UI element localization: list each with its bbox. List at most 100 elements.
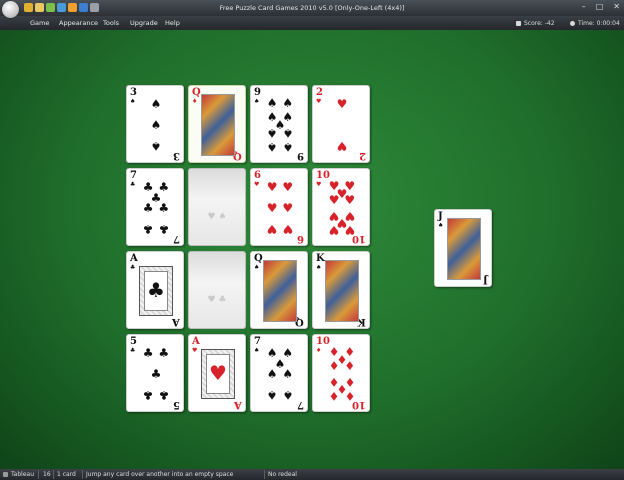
card-rank: 5 (173, 399, 180, 410)
tableau-card[interactable]: 6 ♥ 6 ♥ ♥ ♥ ♥ ♥ ♥ (250, 168, 308, 246)
empty-slot-suits: ♥ ♠ (207, 212, 227, 222)
close-button[interactable]: ✕ (613, 2, 620, 11)
suit-pip: ♠ (266, 367, 278, 381)
card-rank: 6 (254, 170, 261, 181)
suit-pip: ♥ (266, 201, 278, 215)
card-rank: J (438, 211, 443, 222)
suit-pip: ♦ (344, 389, 356, 404)
face-card-portrait (325, 260, 359, 322)
ace-suit-emblem: ♥ (209, 361, 227, 385)
card-rank: A (130, 253, 138, 264)
suit-pip: ♣ (142, 201, 154, 215)
card-corner-suit: ♠ (316, 264, 322, 271)
card-rank: Q (192, 87, 201, 98)
card-corner-suit: ♣ (130, 181, 136, 188)
clock-icon (570, 21, 575, 26)
window-title: Free Puzzle Card Games 2010 v5.0 [Only-O… (219, 4, 405, 12)
window-controls: – □ ✕ (582, 2, 620, 11)
suit-pip: ♣ (158, 346, 170, 361)
time-value: 0:00:04 (596, 20, 620, 27)
tableau-card[interactable]: A ♥ A ♥ (188, 334, 246, 412)
card-rank: 7 (173, 233, 180, 244)
card-corner-suit: ♠ (254, 98, 260, 105)
tableau-card[interactable]: A ♣ A ♣ (126, 251, 184, 329)
ace-inner-panel: ♥ (206, 354, 230, 394)
empty-slot-suits: ♥ ♣ (207, 295, 227, 305)
empty-slot[interactable]: ♥ ♠ (188, 168, 246, 246)
menu-game[interactable]: Game (30, 19, 49, 27)
tableau-card[interactable]: K ♠ K (312, 251, 370, 329)
card-rank: 2 (316, 87, 323, 98)
card-rank: J (483, 274, 488, 285)
maximize-button[interactable]: □ (596, 2, 604, 11)
menu-tools[interactable]: Tools (103, 19, 119, 27)
suit-pip: ♣ (150, 367, 162, 381)
face-card-portrait (201, 94, 235, 156)
card-corner-suit: ♥ (192, 347, 198, 354)
card-corner-suit: ♦ (316, 347, 322, 354)
card-corner-suit: ♣ (130, 347, 136, 354)
tableau-card[interactable]: 7 ♠ 7 ♠ ♠ ♠ ♠ ♠ ♠ ♠ (250, 334, 308, 412)
empty-slot[interactable]: ♥ ♣ (188, 251, 246, 329)
tableau-card[interactable]: Q ♦ Q (188, 85, 246, 163)
suit-pip: ♣ (158, 387, 170, 402)
tableau-card[interactable]: 3 ♠ 3 ♠ ♠ ♠ (126, 85, 184, 163)
tableau-card[interactable]: 10 ♥ 10 ♥ ♥ ♥ ♥ ♥ ♥ ♥ ♥ ♥ ♥ (312, 168, 370, 246)
score-value: -42 (544, 20, 555, 27)
suit-pip: ♠ (150, 97, 162, 112)
menu-appearance[interactable]: Appearance (59, 19, 98, 27)
suit-pip: ♥ (282, 221, 294, 236)
card-corner-suit: ♥ (316, 181, 322, 188)
face-card-portrait (447, 218, 481, 280)
card-rank: A (234, 399, 242, 410)
title-bar: Free Puzzle Card Games 2010 v5.0 [Only-O… (0, 0, 624, 18)
suit-pip: ♦ (344, 359, 356, 374)
minimize-button[interactable]: – (582, 2, 586, 11)
menu-help[interactable]: Help (165, 19, 180, 27)
suit-pip: ♠ (266, 140, 278, 155)
tableau-card[interactable]: 5 ♣ 5 ♣ ♣ ♣ ♣ ♣ (126, 334, 184, 412)
suit-pip: ♠ (282, 95, 294, 110)
ace-suit-emblem: ♣ (147, 278, 165, 302)
suit-pip: ♠ (266, 125, 278, 140)
suit-pip: ♣ (142, 346, 154, 361)
card-corner-suit: ♦ (192, 98, 198, 105)
suit-pip: ♠ (150, 138, 162, 153)
app-menu-orb[interactable] (2, 1, 19, 18)
card-corner-suit: ♥ (316, 98, 322, 105)
card-rank: A (172, 316, 180, 327)
suit-pip: ♣ (158, 221, 170, 236)
card-corner-suit: ♠ (438, 222, 444, 229)
time-label: Time: (578, 20, 595, 27)
tableau-icon (3, 472, 8, 477)
game-table: 3 ♠ 3 ♠ ♠ ♠ Q ♦ Q 9 ♠ 9 ♠ ♠ ♠ ♠ ♠ ♠ ♠ ♠ ♠ 2 ♥ 2 ♥ ♥ 7 ♣ 7 ♣ ♣ ♣ ♣ ♣ ♣ ♣ ♥ ♠ 6… (0, 30, 624, 469)
score-label: Score: (524, 20, 543, 27)
suit-pip: ♥ (282, 201, 294, 215)
card-corner-suit: ♠ (130, 98, 136, 105)
status-divider (38, 470, 39, 479)
card-corner-suit: ♥ (254, 181, 260, 188)
suit-pip: ♥ (282, 180, 294, 195)
status-divider (53, 470, 54, 479)
tableau-card[interactable]: 10 ♦ 10 ♦ ♦ ♦ ♦ ♦ ♦ ♦ ♦ ♦ ♦ (312, 334, 370, 412)
suit-pip: ♦ (328, 359, 340, 374)
tableau-card[interactable]: 7 ♣ 7 ♣ ♣ ♣ ♣ ♣ ♣ ♣ (126, 168, 184, 246)
suit-pip: ♠ (266, 387, 278, 402)
card-rank: 7 (130, 170, 137, 181)
card-rank: 3 (173, 150, 180, 161)
tableau-card[interactable]: 9 ♠ 9 ♠ ♠ ♠ ♠ ♠ ♠ ♠ ♠ ♠ (250, 85, 308, 163)
menu-upgrade[interactable]: Upgrade (130, 19, 158, 27)
stock-card[interactable]: J ♠ J (434, 209, 492, 287)
suit-pip: ♣ (142, 387, 154, 402)
card-rank: 3 (130, 87, 137, 98)
tableau-card[interactable]: Q ♠ Q (250, 251, 308, 329)
suit-pip: ♣ (158, 201, 170, 215)
card-rank: 7 (254, 336, 261, 347)
card-rank: 9 (297, 150, 304, 161)
suit-pip: ♥ (344, 223, 356, 238)
status-divider (264, 470, 265, 479)
card-corner-suit: ♣ (130, 264, 136, 271)
tableau-card[interactable]: 2 ♥ 2 ♥ ♥ (312, 85, 370, 163)
time-indicator: Time: 0:00:04 (570, 20, 620, 27)
ace-frame: ♥ (201, 349, 235, 399)
